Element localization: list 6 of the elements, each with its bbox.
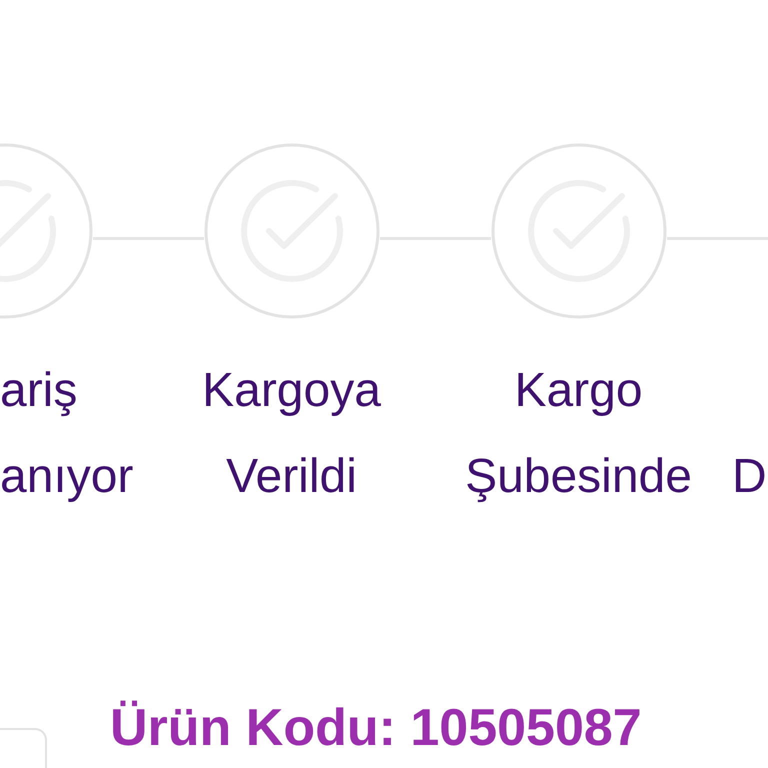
step-label: ariş anıyor: [0, 363, 134, 505]
step-label: Kargo Şubesinde: [464, 363, 693, 505]
image-frame: [0, 728, 47, 768]
step-label: D: [732, 449, 768, 505]
step-label: Kargoya Verildi: [201, 363, 382, 505]
product-code: Ürün Kodu: 10505087: [110, 700, 642, 756]
